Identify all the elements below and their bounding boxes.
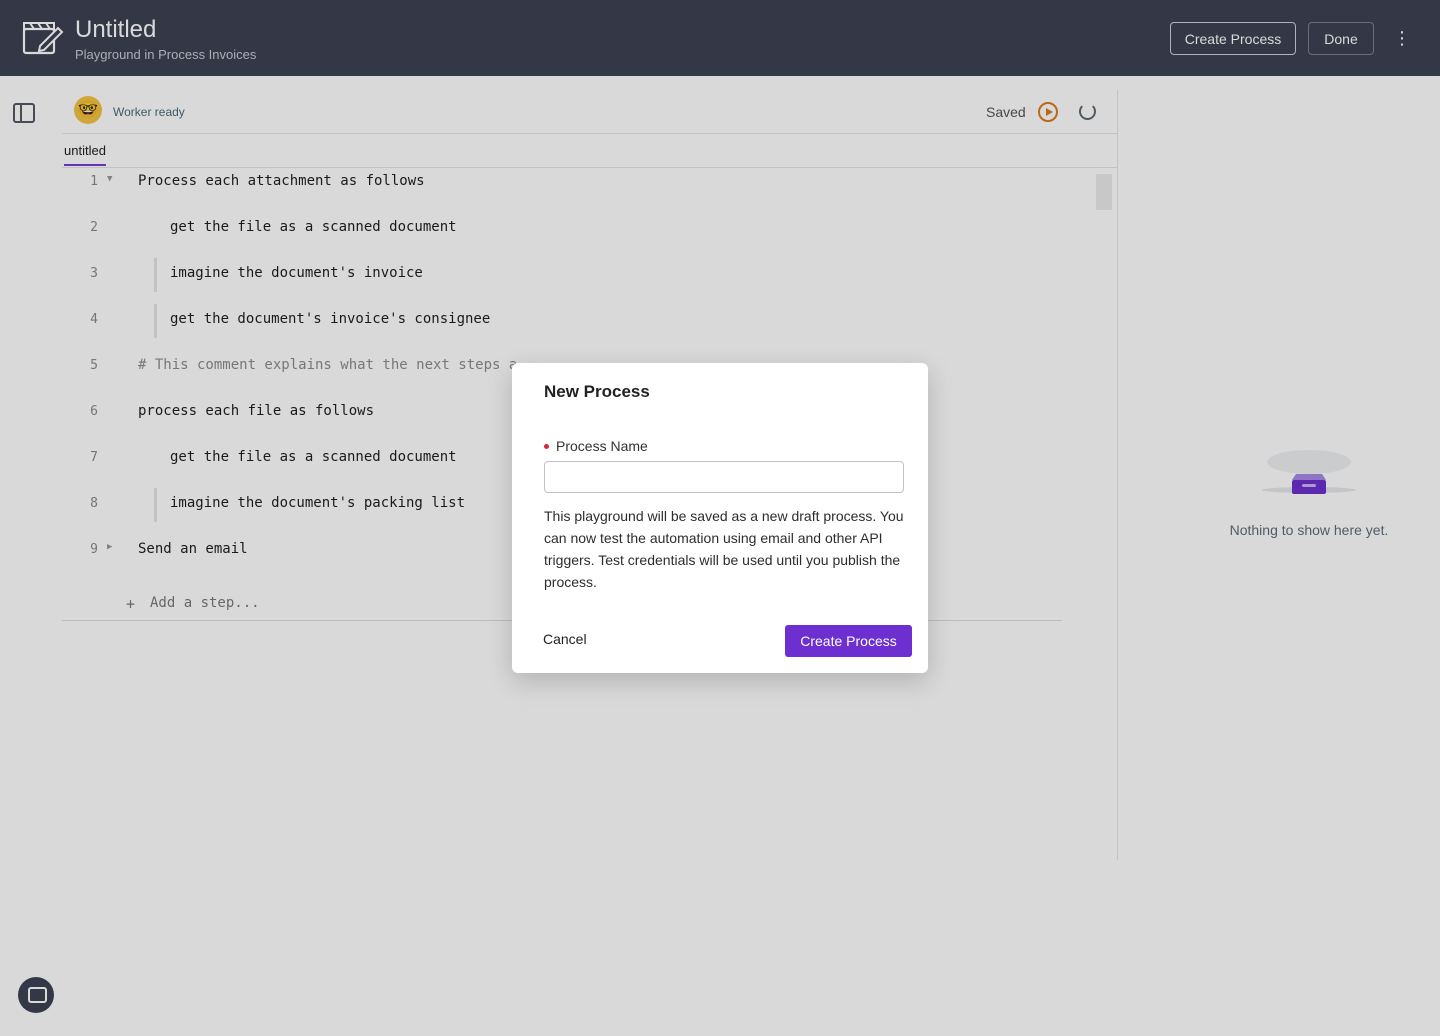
required-indicator [544,444,549,449]
new-process-dialog: New Process Process Name This playground… [512,363,928,673]
cancel-button[interactable]: Cancel [543,631,587,647]
create-process-button[interactable]: Create Process [785,625,912,657]
process-name-input[interactable] [544,461,904,493]
dialog-description: This playground will be saved as a new d… [544,508,904,590]
process-name-label: Process Name [556,438,648,454]
dialog-title: New Process [544,382,650,401]
